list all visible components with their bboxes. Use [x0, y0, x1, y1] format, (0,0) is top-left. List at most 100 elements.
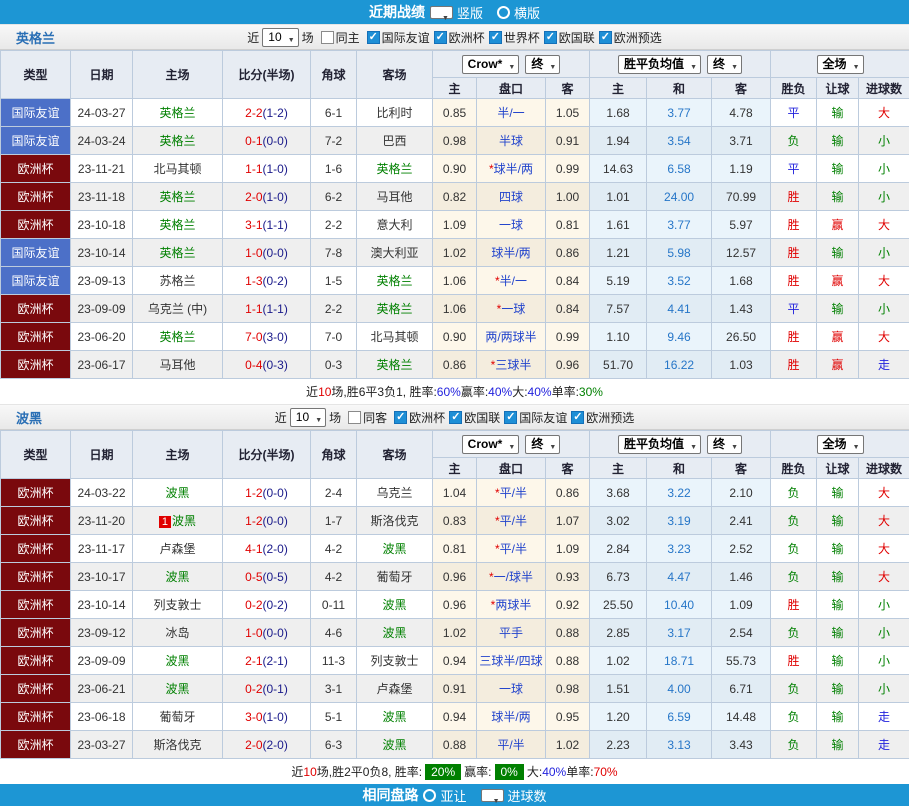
summary-segment: 单率: [552, 383, 579, 400]
competition-filter[interactable]: 国际友谊 [367, 29, 430, 46]
matches-count-select[interactable]: 10 [262, 28, 298, 47]
checkbox-checked-icon[interactable] [599, 31, 612, 44]
avg-home-odds: 25.50 [590, 591, 647, 619]
match-date: 23-10-14 [71, 591, 133, 619]
asian-handicap: *平/半 [477, 479, 546, 507]
fulltime-score: 0-5 [245, 570, 262, 584]
competition-filter[interactable]: 欧洲预选 [599, 29, 662, 46]
radio-icon[interactable] [497, 6, 510, 19]
score: 1-0(0-0) [223, 619, 311, 647]
matches-table-england: 类型 日期 主场 比分(半场) 角球 客场 Crow* 终 胜平负均值 终 全场 [0, 50, 909, 379]
result-handicap: 赢 [817, 267, 859, 295]
col-type: 类型 [1, 431, 71, 479]
avg-home-odds: 7.57 [590, 295, 647, 323]
checkbox-checked-icon[interactable] [449, 411, 462, 424]
competition-filter[interactable]: 欧国联 [544, 29, 595, 46]
summary-segment: 赢率: [461, 383, 488, 400]
odds-source-select[interactable]: Crow* [462, 435, 520, 454]
competition-filter[interactable]: 欧洲杯 [394, 409, 445, 426]
filter-controls: 近 10 场 同客 欧洲杯 欧国联 国际友谊 欧洲预选 [275, 408, 634, 427]
odds-time-select[interactable]: 终 [525, 435, 560, 454]
checkbox-unchecked-icon[interactable] [348, 411, 361, 424]
radio-icon[interactable] [430, 6, 453, 19]
checkbox-checked-icon[interactable] [434, 31, 447, 44]
result-goals: 小 [859, 619, 909, 647]
checkbox-checked-icon[interactable] [367, 31, 380, 44]
home-odds: 1.06 [433, 295, 477, 323]
odds-source-select[interactable]: Crow* [462, 55, 520, 74]
section-header-bosnia: 波黑 近 10 场 同客 欧洲杯 欧国联 国际友谊 欧洲预选 [0, 404, 909, 430]
avg-time-select[interactable]: 终 [707, 55, 742, 74]
matches-count-select[interactable]: 10 [290, 408, 326, 427]
result-goals: 大 [859, 267, 909, 295]
result-handicap: 输 [817, 563, 859, 591]
col-odds-home: 主 [433, 458, 477, 479]
layout-radio-option[interactable]: 进球数 [481, 786, 547, 805]
scope-select[interactable]: 全场 [817, 435, 864, 454]
summary-segment: 近 [291, 763, 303, 780]
halftime-score: (0-0) [263, 626, 288, 640]
avg-draw-odds: 3.23 [647, 535, 712, 563]
asian-handicap: *平/半 [477, 535, 546, 563]
avg-away-odds: 1.19 [712, 155, 771, 183]
competition-filter[interactable]: 欧洲预选 [571, 409, 634, 426]
competition-label: 欧洲杯 [449, 29, 485, 46]
result-handicap: 输 [817, 535, 859, 563]
checkbox-unchecked-icon[interactable] [321, 31, 334, 44]
scope-select[interactable]: 全场 [817, 55, 864, 74]
score: 2-0(2-0) [223, 731, 311, 759]
score: 1-2(0-0) [223, 507, 311, 535]
score: 3-1(1-1) [223, 211, 311, 239]
match-row: 欧洲杯 23-06-21 波黑 0-2(0-1) 3-1 卢森堡 0.91 一球… [1, 675, 909, 703]
corners: 2-2 [311, 295, 357, 323]
same-side-filter[interactable]: 同主 [321, 29, 360, 46]
avg-away-odds: 4.78 [712, 99, 771, 127]
avg-away-odds: 2.41 [712, 507, 771, 535]
checkbox-checked-icon[interactable] [504, 411, 517, 424]
home-odds: 0.81 [433, 535, 477, 563]
same-side-label: 同客 [363, 409, 387, 426]
layout-radio-option[interactable]: 横版 [497, 3, 540, 22]
halftime-score: (2-1) [263, 654, 288, 668]
radio-icon[interactable] [481, 789, 504, 802]
match-row: 欧洲杯 24-03-22 波黑 1-2(0-0) 2-4 乌克兰 1.04 *平… [1, 479, 909, 507]
odds-time-select[interactable]: 终 [525, 55, 560, 74]
checkbox-checked-icon[interactable] [489, 31, 502, 44]
radio-label: 竖版 [457, 3, 483, 22]
avg-home-odds: 3.68 [590, 479, 647, 507]
handicap-line: 平/半 [500, 486, 527, 500]
col-home: 主场 [133, 431, 223, 479]
competition-filter[interactable]: 欧国联 [449, 409, 500, 426]
competition-filter[interactable]: 世界杯 [489, 29, 540, 46]
checkbox-checked-icon[interactable] [394, 411, 407, 424]
home-team-name: 北马其顿 [153, 162, 201, 176]
result-goals: 大 [859, 99, 909, 127]
away-team: 意大利 [357, 211, 433, 239]
summary-segment: 20% [425, 764, 461, 780]
radio-icon[interactable] [423, 789, 436, 802]
match-row: 国际友谊 23-10-14 英格兰 1-0(0-0) 7-8 澳大利亚 1.02… [1, 239, 909, 267]
home-odds: 0.94 [433, 703, 477, 731]
asian-handicap: 四球 [477, 183, 546, 211]
col-away: 客场 [357, 431, 433, 479]
home-odds: 1.02 [433, 239, 477, 267]
corners: 6-2 [311, 183, 357, 211]
col-corner: 角球 [311, 431, 357, 479]
corners: 4-6 [311, 619, 357, 647]
layout-radio-option[interactable]: 竖版 [430, 3, 483, 22]
corners: 4-2 [311, 563, 357, 591]
checkbox-checked-icon[interactable] [571, 411, 584, 424]
home-team: 波黑 [133, 479, 223, 507]
avg-odds-select[interactable]: 胜平负均值 [618, 435, 701, 454]
avg-away-odds: 70.99 [712, 183, 771, 211]
asian-handicap: *三球半 [477, 351, 546, 379]
checkbox-checked-icon[interactable] [544, 31, 557, 44]
avg-draw-odds: 6.58 [647, 155, 712, 183]
avg-time-select[interactable]: 终 [707, 435, 742, 454]
same-side-filter[interactable]: 同客 [348, 409, 387, 426]
competition-filter[interactable]: 欧洲杯 [434, 29, 485, 46]
layout-radio-option[interactable]: 亚让 [423, 786, 466, 805]
competition-filter[interactable]: 国际友谊 [504, 409, 567, 426]
avg-odds-group: 胜平负均值 终 [590, 51, 771, 78]
avg-odds-select[interactable]: 胜平负均值 [618, 55, 701, 74]
